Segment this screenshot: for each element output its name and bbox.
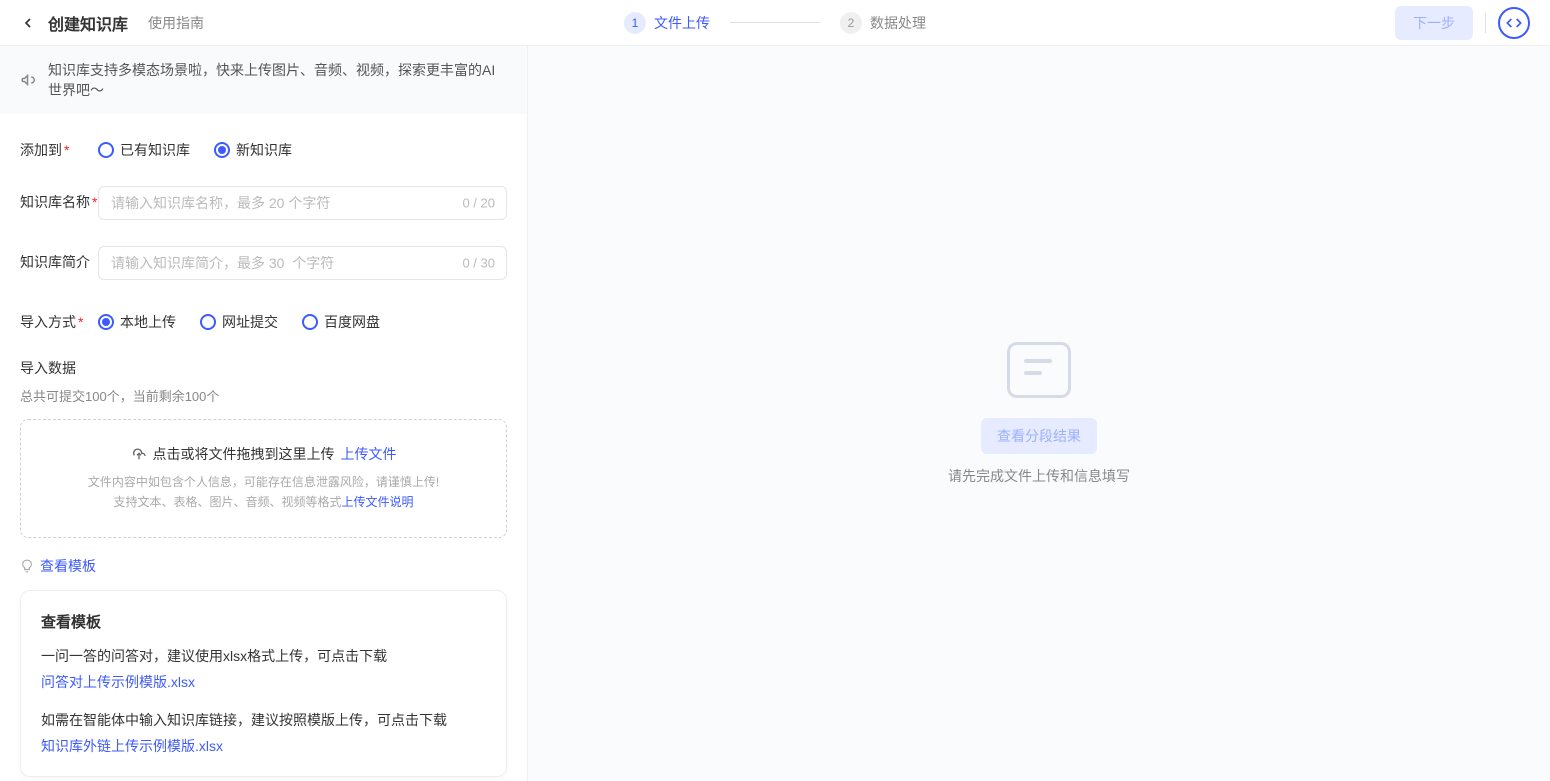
- row-import-method: 导入方式* 本地上传 网址提交 百度网盘: [20, 306, 507, 332]
- kb-desc-input[interactable]: [98, 246, 507, 280]
- radio-circle: [302, 314, 318, 330]
- kb-name-input[interactable]: [98, 186, 507, 220]
- radio-label: 已有知识库: [120, 140, 190, 160]
- kb-name-counter: 0 / 20: [462, 196, 495, 211]
- template-card-title: 查看模板: [41, 611, 486, 632]
- header-right: 下一步: [1395, 6, 1530, 40]
- label-add-to: 添加到*: [20, 134, 98, 160]
- input-wrap-kb-desc: 0 / 30: [98, 246, 507, 280]
- step-upload: 1 文件上传: [624, 12, 710, 34]
- left-panel: 知识库支持多模态场景啦，快来上传图片、音频、视频，探索更丰富的AI世界吧～ 添加…: [0, 46, 528, 781]
- upload-main-text: 点击或将文件拖拽到这里上传: [153, 444, 335, 464]
- content: 知识库支持多模态场景啦，快来上传图片、音频、视频，探索更丰富的AI世界吧～ 添加…: [0, 46, 1550, 781]
- notice-bar: 知识库支持多模态场景啦，快来上传图片、音频、视频，探索更丰富的AI世界吧～: [0, 46, 527, 114]
- page-title: 创建知识库: [48, 11, 128, 35]
- right-panel: 查看分段结果 请先完成文件上传和信息填写: [528, 46, 1550, 781]
- empty-doc-icon: [1007, 342, 1071, 398]
- upload-format-link[interactable]: 上传文件说明: [342, 495, 414, 509]
- label-kb-name: 知识库名称*: [20, 186, 98, 212]
- notice-text: 知识库支持多模态场景啦，快来上传图片、音频、视频，探索更丰富的AI世界吧～: [48, 60, 507, 100]
- radio-label: 本地上传: [120, 312, 176, 332]
- cloud-upload-icon: [131, 446, 147, 462]
- form-section: 添加到* 已有知识库 新知识库 知识库名称* 0 / 2: [0, 114, 527, 781]
- template-toggle-label: 查看模板: [40, 556, 96, 576]
- label-kb-desc: 知识库简介: [20, 246, 98, 272]
- step-label-1: 文件上传: [654, 13, 710, 33]
- megaphone-icon: [20, 71, 38, 89]
- radio-label: 网址提交: [222, 312, 278, 332]
- step-divider: [730, 22, 820, 23]
- input-wrap-kb-name: 0 / 20: [98, 186, 507, 220]
- stepper: 1 文件上传 2 数据处理: [624, 12, 926, 34]
- step-label-2: 数据处理: [870, 13, 926, 33]
- template-card: 查看模板 一问一答的问答对，建议使用xlsx格式上传，可点击下载 问答对上传示例…: [20, 590, 507, 777]
- row-add-to: 添加到* 已有知识库 新知识库: [20, 134, 507, 160]
- empty-hint-text: 请先完成文件上传和信息填写: [948, 466, 1130, 486]
- radio-local-upload[interactable]: 本地上传: [98, 312, 176, 332]
- template-row1: 一问一答的问答对，建议使用xlsx格式上传，可点击下载: [41, 646, 486, 666]
- code-icon: [1506, 15, 1522, 31]
- kb-desc-counter: 0 / 30: [462, 256, 495, 271]
- import-data-sub: 总共可提交100个，当前剩余100个: [20, 386, 507, 405]
- step-num-1: 1: [624, 12, 646, 34]
- radio-group-import: 本地上传 网址提交 百度网盘: [98, 306, 380, 332]
- bulb-icon: [20, 559, 34, 573]
- radio-circle: [98, 314, 114, 330]
- template-row2: 如需在智能体中输入知识库链接，建议按照模版上传，可点击下载: [41, 710, 486, 730]
- next-button[interactable]: 下一步: [1395, 6, 1473, 40]
- radio-circle: [98, 142, 114, 158]
- code-icon-button[interactable]: [1498, 7, 1530, 39]
- row-kb-name: 知识库名称* 0 / 20: [20, 186, 507, 220]
- template-link-qa[interactable]: 问答对上传示例模版.xlsx: [41, 672, 195, 692]
- radio-label: 新知识库: [236, 140, 292, 160]
- divider: [1485, 13, 1486, 33]
- radio-url-submit[interactable]: 网址提交: [200, 312, 278, 332]
- radio-circle: [214, 142, 230, 158]
- radio-existing-kb[interactable]: 已有知识库: [98, 140, 190, 160]
- guide-link[interactable]: 使用指南: [148, 13, 204, 33]
- radio-group-add-to: 已有知识库 新知识库: [98, 134, 292, 160]
- upload-file-link[interactable]: 上传文件: [341, 444, 397, 464]
- template-toggle[interactable]: 查看模板: [20, 556, 507, 576]
- radio-new-kb[interactable]: 新知识库: [214, 140, 292, 160]
- row-kb-desc: 知识库简介 0 / 30: [20, 246, 507, 280]
- label-import-method: 导入方式*: [20, 306, 98, 332]
- import-data-title: 导入数据: [20, 358, 507, 378]
- step-num-2: 2: [840, 12, 862, 34]
- upload-hint1: 文件内容中如包含个人信息，可能存在信息泄露风险，请谨慎上传!: [37, 472, 490, 492]
- radio-circle: [200, 314, 216, 330]
- upload-hint2: 支持文本、表格、图片、音频、视频等格式上传文件说明: [37, 492, 490, 512]
- upload-main: 点击或将文件拖拽到这里上传 上传文件: [37, 444, 490, 464]
- header: 创建知识库 使用指南 1 文件上传 2 数据处理 下一步: [0, 0, 1550, 46]
- radio-baidu-netdisk[interactable]: 百度网盘: [302, 312, 380, 332]
- radio-label: 百度网盘: [324, 312, 380, 332]
- view-segment-button[interactable]: 查看分段结果: [981, 418, 1097, 454]
- step-process: 2 数据处理: [840, 12, 926, 34]
- upload-dropzone[interactable]: 点击或将文件拖拽到这里上传 上传文件 文件内容中如包含个人信息，可能存在信息泄露…: [20, 419, 507, 538]
- template-link-external[interactable]: 知识库外链上传示例模版.xlsx: [41, 736, 223, 756]
- back-icon[interactable]: [20, 15, 36, 31]
